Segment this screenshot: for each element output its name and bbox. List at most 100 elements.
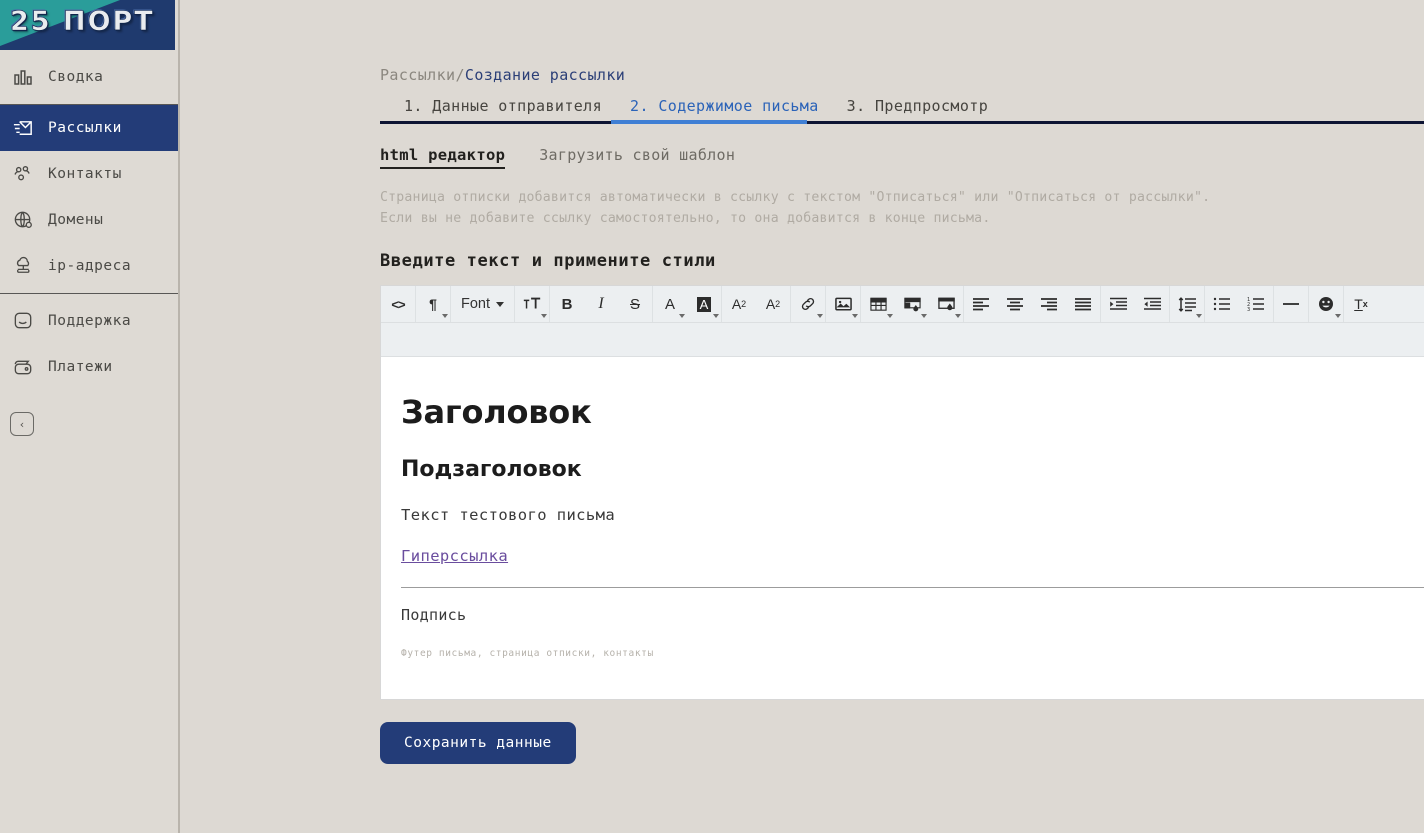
sidebar-item-ip-adresa[interactable]: ip-адреса	[0, 243, 178, 289]
align-center-icon[interactable]	[998, 286, 1032, 322]
horizontal-rule-icon[interactable]	[1274, 286, 1308, 322]
chat-bubble-icon	[10, 308, 36, 334]
chevron-down-icon	[541, 314, 548, 318]
unordered-list-icon[interactable]	[1205, 286, 1239, 322]
ordered-list-icon[interactable]: 1 2 3	[1239, 286, 1273, 322]
chevron-down-icon	[887, 314, 894, 318]
app-logo[interactable]: 25 ПОРТ	[0, 0, 175, 50]
chevron-down-icon	[921, 314, 928, 318]
tab-sender-data[interactable]: 1. Данные отправителя	[390, 97, 616, 124]
sidebar-item-rassylki[interactable]: Рассылки	[0, 105, 178, 151]
document-divider	[401, 587, 1424, 588]
toolbar-group-lineheight	[1170, 286, 1206, 322]
sidebar-item-label: ip-адреса	[48, 258, 132, 274]
insert-link-icon[interactable]	[791, 286, 825, 322]
tabs-underline	[380, 121, 1424, 124]
sidebar-item-domeny[interactable]: Домены	[0, 197, 178, 243]
sidebar-item-label: Рассылки	[48, 120, 122, 136]
toolbar-group-emoji	[1309, 286, 1345, 322]
sidebar-item-svodka[interactable]: Сводка	[0, 54, 178, 100]
toolbar-group-fontsize	[515, 286, 551, 322]
indent-increase-icon[interactable]	[1101, 286, 1135, 322]
sidebar-item-label: Поддержка	[48, 313, 132, 329]
code-view-icon[interactable]: <>	[381, 286, 415, 322]
toolbar-group-link	[791, 286, 827, 322]
save-data-button[interactable]: Сохранить данные	[380, 722, 576, 764]
tab-upload-template[interactable]: Загрузить свой шаблон	[539, 146, 735, 164]
sidebar: 25 ПОРТ Сводка Рассылки Контакты Домены …	[0, 0, 180, 833]
bold-icon[interactable]: B	[550, 286, 584, 322]
toolbar-group-inline-styles: B I S	[550, 286, 654, 322]
document-footer-note: Футер письма, страница отписки, контакты	[401, 648, 654, 659]
text-color-icon[interactable]: A	[653, 286, 687, 322]
cell-background-icon[interactable]	[895, 286, 929, 322]
indent-decrease-icon[interactable]	[1135, 286, 1169, 322]
page-header: Рассылки/Создание рассылки 1. Данные отп…	[180, 0, 1424, 124]
strikethrough-icon[interactable]: S	[618, 286, 652, 322]
chevron-down-icon	[1335, 314, 1342, 318]
paragraph-format-icon[interactable]: ¶	[416, 286, 450, 322]
svg-text:3: 3	[1247, 307, 1250, 311]
tabs-active-indicator	[611, 120, 807, 124]
editor-panel: html редактор Загрузить свой шаблон Стра…	[180, 124, 1424, 764]
superscript-icon[interactable]: A2	[722, 286, 756, 322]
document-heading: Заголовок	[401, 393, 592, 431]
breadcrumb-parent[interactable]: Рассылки/	[380, 66, 465, 84]
sidebar-group-overview: Сводка	[0, 50, 178, 104]
table-background-icon[interactable]	[929, 286, 963, 322]
emoticon-icon[interactable]	[1309, 286, 1343, 322]
toolbar-group-clear: Tx	[1344, 286, 1378, 322]
chart-bars-icon	[10, 64, 36, 90]
chevron-left-icon: ‹	[18, 417, 26, 431]
toolbar-group-script: A2 A2	[722, 286, 792, 322]
chevron-down-icon	[955, 314, 962, 318]
notice-line-2: Если вы не добавите ссылку самостоятельн…	[380, 211, 991, 226]
toolbar-group-lists: 1 2 3	[1205, 286, 1275, 322]
document-link-line: Гиперссылка	[401, 546, 1424, 565]
toolbar-group-code: <>	[381, 286, 416, 322]
align-justify-icon[interactable]	[1066, 286, 1100, 322]
breadcrumb-current: Создание рассылки	[464, 66, 626, 84]
editor-toolbar: <> ¶ Font B I S A A A 2 A 2 1 2 3 T x	[381, 286, 1424, 323]
document-hyperlink[interactable]: Гиперссылка	[401, 547, 508, 565]
sidebar-group-support: Поддержка Платежи	[0, 294, 178, 394]
align-right-icon[interactable]	[1032, 286, 1066, 322]
align-left-icon[interactable]	[964, 286, 998, 322]
wallet-icon	[10, 354, 36, 380]
people-icon	[10, 161, 36, 187]
email-document-body[interactable]: Заголовок Подзаголовок Текст тестового п…	[381, 357, 1424, 699]
unsubscribe-notice: Страница отписки добавится автоматически…	[380, 187, 1424, 229]
tab-preview[interactable]: 3. Предпросмотр	[833, 97, 1002, 124]
sidebar-item-kontakty[interactable]: Контакты	[0, 151, 178, 197]
italic-icon[interactable]: I	[584, 286, 618, 322]
chevron-down-icon	[817, 314, 824, 318]
font-size-icon[interactable]	[515, 286, 549, 322]
sidebar-collapse-button[interactable]: ‹	[10, 412, 34, 436]
toolbar-group-align	[964, 286, 1102, 322]
background-color-icon[interactable]: A	[687, 286, 721, 322]
clear-formatting-icon[interactable]: Tx	[1344, 286, 1378, 322]
sidebar-group-main: Рассылки Контакты Домены ip-адреса	[0, 105, 178, 293]
rich-text-editor: <> ¶ Font B I S A A A 2 A 2 1 2 3 T x За…	[380, 285, 1424, 700]
insert-image-icon[interactable]	[826, 286, 860, 322]
editor-mode-tabs: html редактор Загрузить свой шаблон	[380, 146, 1424, 169]
logo-text: 25 ПОРТ	[10, 6, 155, 38]
insert-table-icon[interactable]	[861, 286, 895, 322]
tab-html-editor[interactable]: html редактор	[380, 146, 506, 169]
chevron-down-icon	[496, 301, 505, 307]
chevron-down-icon	[713, 314, 720, 318]
sidebar-item-platezhi[interactable]: Платежи	[0, 344, 178, 390]
toolbar-group-image	[826, 286, 862, 322]
sidebar-divider	[0, 104, 178, 105]
document-body-text: Текст тестового письма	[401, 506, 616, 524]
chevron-down-icon	[442, 314, 448, 318]
sidebar-divider-2	[0, 293, 178, 294]
editor-toolbar-secondary	[381, 323, 1424, 357]
line-height-icon[interactable]	[1170, 286, 1204, 322]
font-family-dropdown[interactable]: Font	[451, 286, 514, 322]
mail-send-icon	[10, 115, 36, 141]
subscript-icon[interactable]: A2	[756, 286, 790, 322]
toolbar-group-indent	[1101, 286, 1171, 322]
sidebar-item-podderzhka[interactable]: Поддержка	[0, 298, 178, 344]
breadcrumb: Рассылки/Создание рассылки	[380, 68, 1424, 83]
